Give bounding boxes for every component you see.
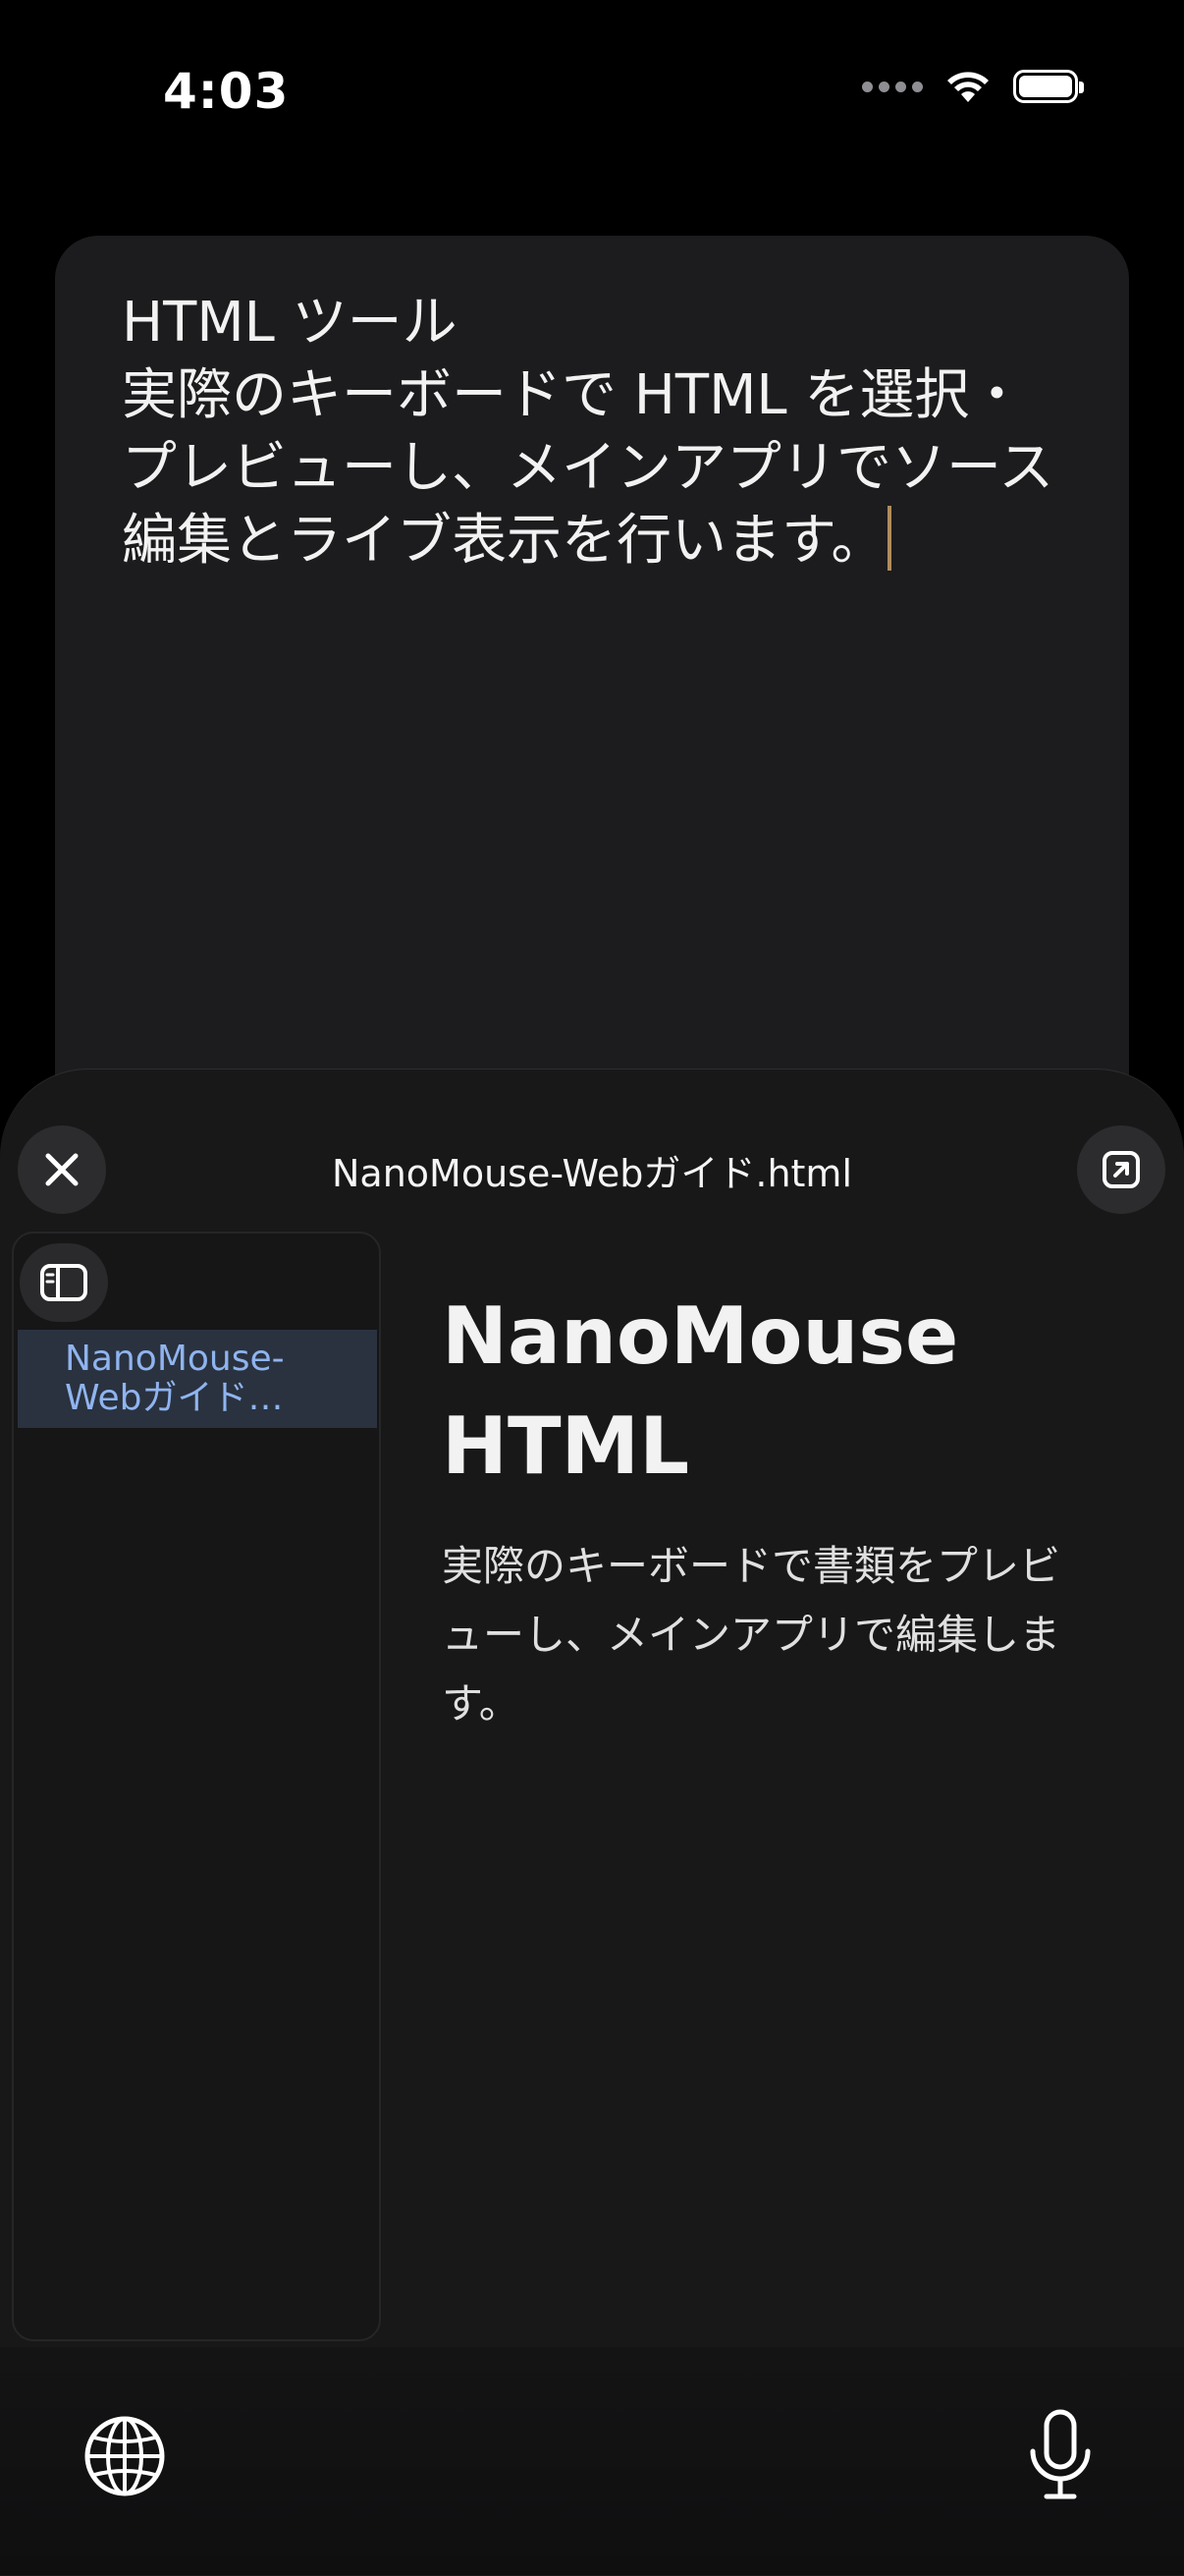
wifi-icon (947, 72, 989, 102)
preview-heading: NanoMouse HTML (442, 1290, 959, 1492)
globe-button[interactable] (81, 2412, 169, 2500)
dictation-button[interactable] (1021, 2408, 1100, 2502)
host-text-content[interactable]: HTML ツール 実際のキーボードで HTML を選択・ プレビューし、メインア… (122, 287, 1064, 577)
preview-body-text: 実際のキーボードで書類をプレビ ューし、メインアプリで編集しま す。 (442, 1542, 1061, 1727)
keyboard-bottom-bar (0, 2347, 1184, 2575)
open-external-icon (1103, 1151, 1140, 1188)
text-caret (888, 506, 892, 571)
host-text-value: HTML ツール 実際のキーボードで HTML を選択・ プレビューし、メインア… (122, 291, 1054, 573)
sidebar-toggle-button[interactable] (20, 1243, 108, 1322)
sidebar-item-selected-file[interactable]: NanoMouse- Webガイド… (18, 1330, 377, 1428)
sidebar-toggle-icon (40, 1264, 87, 1301)
microphone-icon (1030, 2409, 1091, 2499)
status-time: 4:03 (163, 63, 290, 120)
sheet-title: NanoMouse-Webガイド.html (332, 1152, 852, 1195)
sidebar-item-label: NanoMouse- Webガイド… (65, 1339, 285, 1418)
status-icons (862, 69, 1084, 104)
battery-icon (1013, 70, 1084, 103)
signal-dots-icon (862, 81, 923, 92)
globe-icon (84, 2416, 165, 2496)
open-in-app-button[interactable] (1077, 1125, 1165, 1214)
